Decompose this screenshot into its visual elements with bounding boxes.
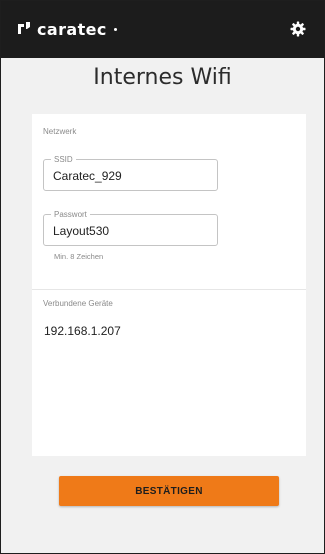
- ssid-label: SSID: [51, 155, 76, 164]
- brand-logo: caratec: [16, 14, 117, 44]
- devices-section-label: Verbundene Geräte: [43, 299, 113, 308]
- ssid-field[interactable]: SSID Caratec_929: [43, 155, 218, 191]
- app-window: caratec Internes Wifi Netzwerk SSID Cara…: [0, 0, 325, 554]
- top-bar: caratec: [1, 1, 324, 58]
- connected-device-item: 192.168.1.207: [44, 324, 121, 338]
- wifi-settings-card: Netzwerk SSID Caratec_929 Passwort Layou…: [32, 114, 306, 456]
- network-section-label: Netzwerk: [43, 127, 77, 136]
- confirm-button[interactable]: BESTÄTIGEN: [59, 476, 279, 506]
- password-value: Layout530: [53, 224, 110, 238]
- password-field[interactable]: Passwort Layout530: [43, 210, 218, 246]
- page-title: Internes Wifi: [93, 65, 232, 90]
- brand-name: caratec: [37, 19, 107, 39]
- section-divider: [32, 289, 306, 290]
- settings-button[interactable]: [285, 16, 311, 42]
- brand-dot: [113, 27, 117, 31]
- password-hint: Min. 8 Zeichen: [54, 252, 104, 261]
- ssid-value: Caratec_929: [53, 169, 122, 183]
- gear-icon: [290, 21, 306, 37]
- password-label: Passwort: [51, 210, 90, 219]
- caratec-logo-icon: [18, 22, 30, 34]
